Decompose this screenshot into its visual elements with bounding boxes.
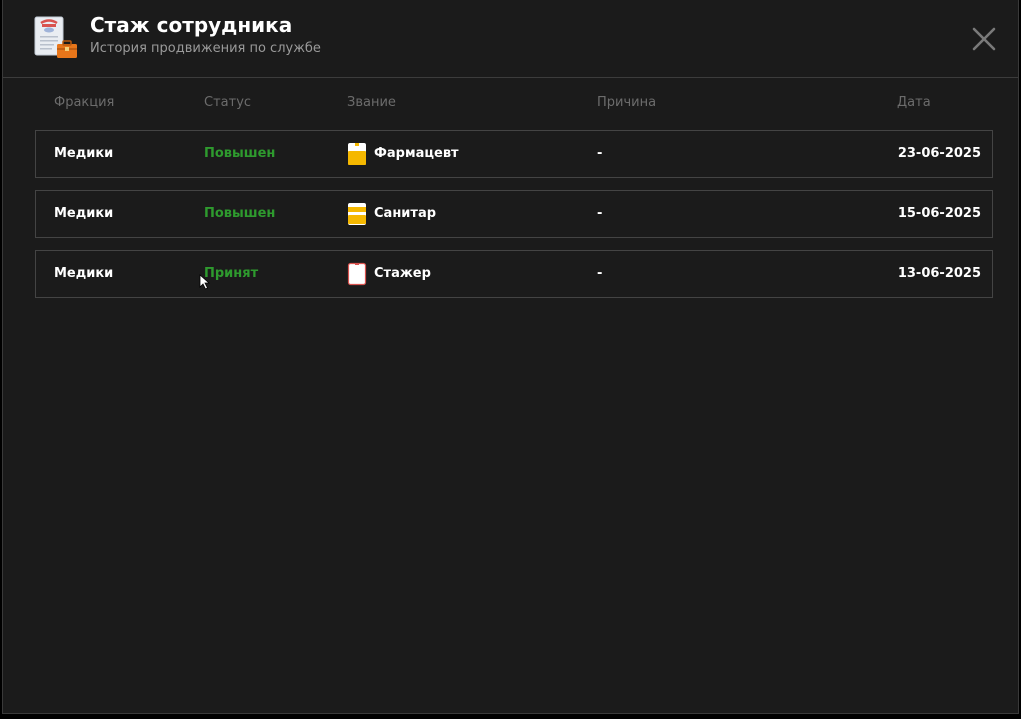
status-cell: Повышен xyxy=(204,206,276,221)
column-header-status: Статус xyxy=(204,95,252,110)
rank-badge-icon xyxy=(348,143,366,165)
page-subtitle: История продвижения по службе xyxy=(90,41,321,56)
column-header-faction: Фракция xyxy=(54,95,115,110)
status-cell: Принят xyxy=(204,266,259,281)
column-header-date: Дата xyxy=(897,95,931,110)
seniority-window: Стаж сотрудника История продвижения по с… xyxy=(2,0,1019,714)
column-header-reason: Причина xyxy=(597,95,657,110)
status-cell: Повышен xyxy=(204,146,276,161)
reason-cell: - xyxy=(597,146,603,161)
rank-badge-icon xyxy=(347,262,367,286)
history-table: Медики Повышен Фармацевт - 23-06-2025 Ме… xyxy=(35,130,993,310)
close-icon[interactable] xyxy=(967,22,1001,56)
reason-cell: - xyxy=(597,266,603,281)
window-header: Стаж сотрудника История продвижения по с… xyxy=(3,0,1018,78)
table-row[interactable]: Медики Повышен Фармацевт - 23-06-2025 xyxy=(35,130,993,178)
rank-cell: Фармацевт xyxy=(374,146,459,161)
date-cell: 13-06-2025 xyxy=(897,266,981,281)
rank-badge-icon xyxy=(348,203,366,225)
page-title: Стаж сотрудника xyxy=(90,13,293,37)
faction-cell: Медики xyxy=(54,206,114,221)
rank-cell: Санитар xyxy=(374,206,437,221)
column-header-rank: Звание xyxy=(347,95,396,110)
table-header: Фракция Статус Звание Причина Дата xyxy=(3,95,1018,113)
mouse-cursor-icon xyxy=(199,274,211,290)
faction-cell: Медики xyxy=(54,146,114,161)
date-cell: 23-06-2025 xyxy=(897,146,981,161)
document-briefcase-icon xyxy=(34,16,77,58)
date-cell: 15-06-2025 xyxy=(897,206,981,221)
faction-cell: Медики xyxy=(54,266,114,281)
table-row[interactable]: Медики Повышен Санитар - 15-06-2025 xyxy=(35,190,993,238)
reason-cell: - xyxy=(597,206,603,221)
table-row[interactable]: Медики Принят Стажер - 13-06-2025 xyxy=(35,250,993,298)
rank-cell: Стажер xyxy=(374,266,431,281)
